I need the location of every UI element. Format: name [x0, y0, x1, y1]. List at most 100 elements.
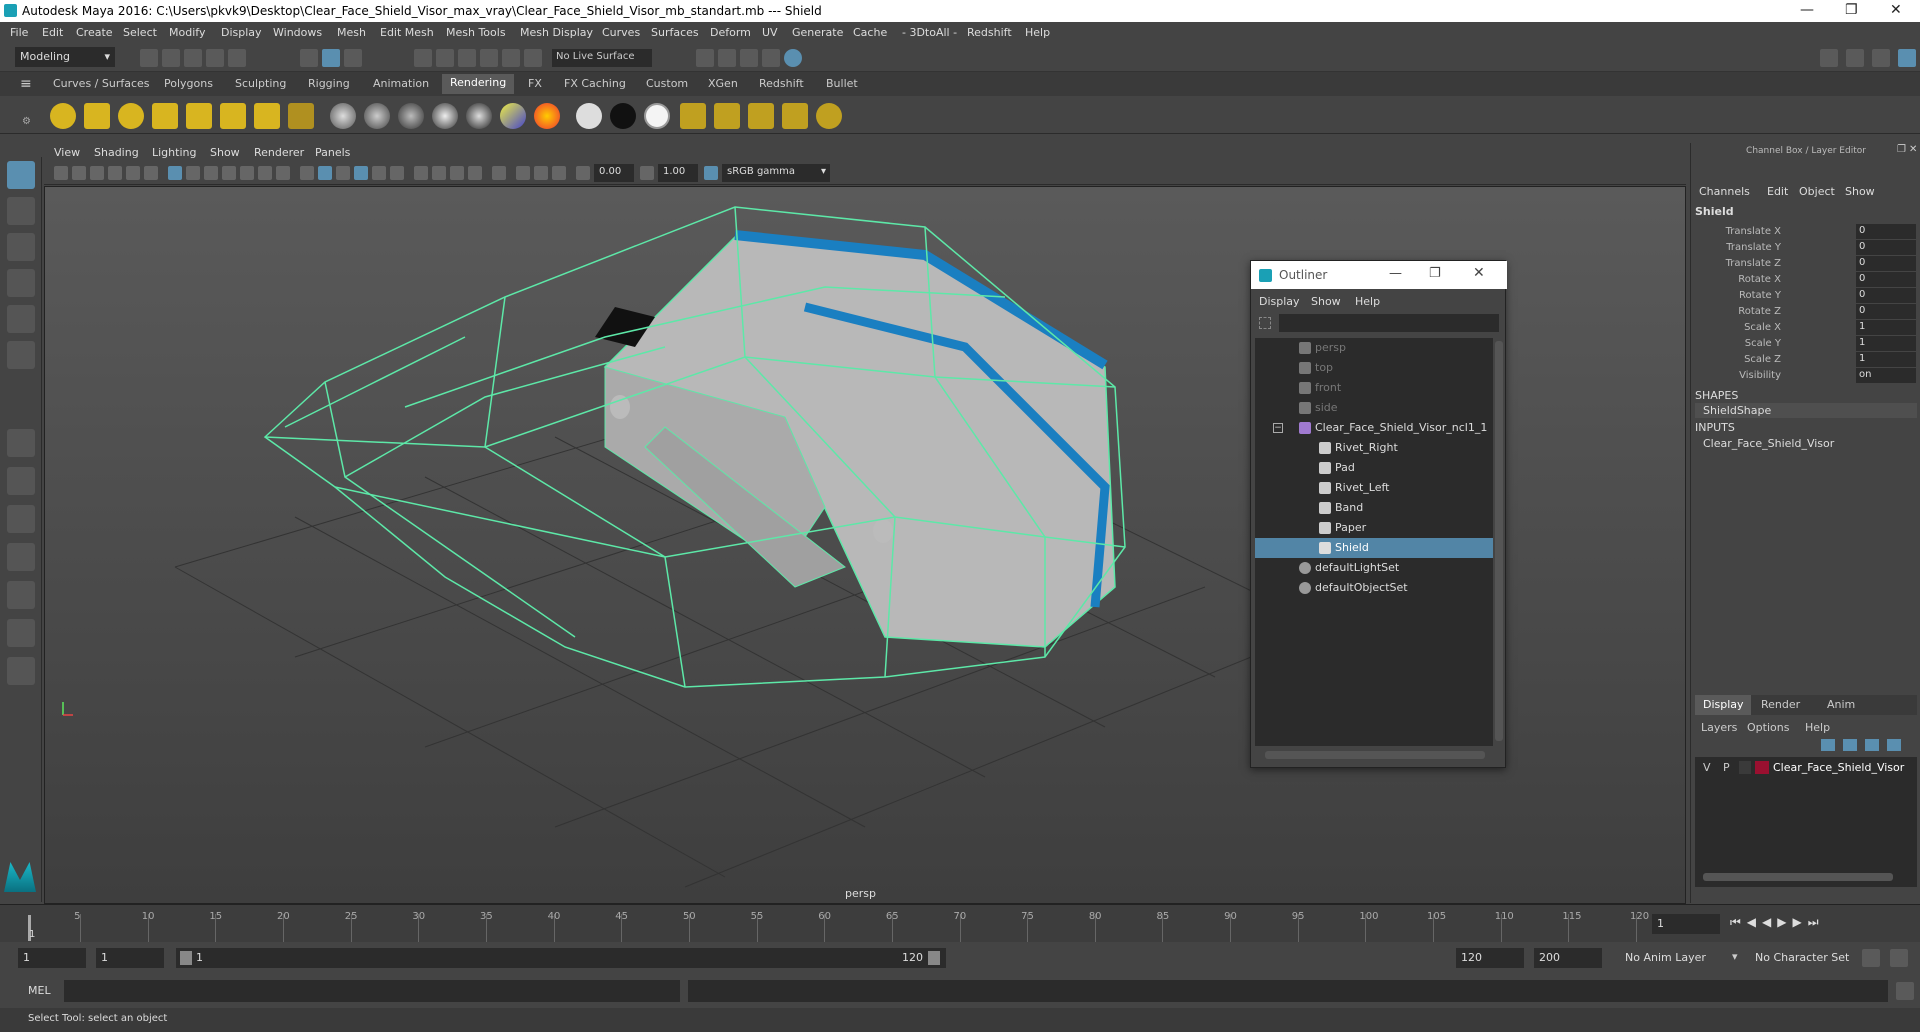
- timeline-ruler[interactable]: 5 10 15 20 25 30 35 40 45 50 55 60 65 70 75 80 85 90 95 100…: [26, 905, 1649, 943]
- list-item[interactable]: Pad: [1255, 458, 1493, 478]
- resolution-gate-icon[interactable]: [204, 166, 218, 180]
- close-icon[interactable]: ✕: [1890, 2, 1902, 18]
- textured-icon[interactable]: [372, 166, 386, 180]
- wireframe-on-shaded-icon[interactable]: [354, 166, 368, 180]
- tab-curves-surfaces[interactable]: Curves / Surfaces: [53, 77, 150, 90]
- menu-uv[interactable]: UV: [762, 26, 778, 39]
- attr-row[interactable]: Scale X 1: [1691, 320, 1920, 336]
- live-surface-field[interactable]: No Live Surface: [552, 49, 652, 67]
- anisotropic-icon[interactable]: [466, 103, 492, 129]
- edit-menu[interactable]: Edit: [1767, 185, 1788, 198]
- filter-icon[interactable]: [1259, 317, 1271, 329]
- start-frame-field[interactable]: 1: [18, 948, 86, 968]
- menu-cache[interactable]: Cache: [853, 26, 887, 39]
- float-panel-icon[interactable]: ❐: [1897, 144, 1906, 155]
- camera-icon[interactable]: [50, 103, 76, 129]
- attr-row[interactable]: Translate X 0: [1691, 224, 1920, 240]
- layer-visibility-toggle[interactable]: V: [1703, 761, 1711, 774]
- list-item[interactable]: Paper: [1255, 518, 1493, 538]
- viewport-menu-show[interactable]: Show: [210, 146, 240, 159]
- new-layer-icon[interactable]: [1821, 739, 1835, 751]
- safe-title-icon[interactable]: [276, 166, 290, 180]
- attr-row[interactable]: Rotate Z 0: [1691, 304, 1920, 320]
- select-camera-icon[interactable]: [54, 166, 68, 180]
- show-menu[interactable]: Show: [1845, 185, 1875, 198]
- point-light-icon[interactable]: [118, 103, 144, 129]
- single-perspective-icon[interactable]: [7, 429, 35, 457]
- select-component-icon[interactable]: [344, 49, 362, 67]
- snap-vertex-icon[interactable]: [524, 49, 542, 67]
- tab-xgen[interactable]: XGen: [708, 77, 738, 90]
- 2d-pan-icon[interactable]: [126, 166, 140, 180]
- move-layer-down-icon[interactable]: [1887, 739, 1901, 751]
- surface-shader-white-icon[interactable]: [576, 103, 602, 129]
- viewport-menu-renderer[interactable]: Renderer: [254, 146, 304, 159]
- list-item[interactable]: side: [1255, 398, 1493, 418]
- attr-value[interactable]: 0: [1856, 256, 1916, 271]
- tab-sculpting[interactable]: Sculpting: [235, 77, 286, 90]
- script-editor-icon[interactable]: [1896, 982, 1914, 1000]
- list-item[interactable]: Rivet_Right: [1255, 438, 1493, 458]
- scale-tool-icon[interactable]: [7, 341, 35, 369]
- gamma-field[interactable]: 1.00: [658, 164, 698, 182]
- range-slider-start-handle[interactable]: [180, 951, 192, 965]
- maximize-icon[interactable]: ❐: [1429, 266, 1441, 281]
- attr-value[interactable]: 1: [1856, 336, 1916, 351]
- list-item[interactable]: defaultLightSet: [1255, 558, 1493, 578]
- render-settings-icon[interactable]: [762, 49, 780, 67]
- snap-grid-icon[interactable]: [414, 49, 432, 67]
- xray-components-icon[interactable]: [552, 166, 566, 180]
- ipr-icon[interactable]: [714, 103, 740, 129]
- four-view-icon[interactable]: [7, 467, 35, 495]
- redo-icon[interactable]: [228, 49, 246, 67]
- ambient-light-icon[interactable]: [254, 103, 280, 129]
- channel-box-icon[interactable]: [1898, 49, 1916, 67]
- end-frame-field[interactable]: 200: [1534, 948, 1602, 968]
- menu-mesh-tools[interactable]: Mesh Tools: [446, 26, 506, 39]
- exposure-field[interactable]: 0.00: [594, 164, 634, 182]
- attr-value[interactable]: 1: [1856, 320, 1916, 335]
- phong-icon[interactable]: [398, 103, 424, 129]
- viewport-menu-lighting[interactable]: Lighting: [152, 146, 196, 159]
- playback-end-field[interactable]: 120: [1456, 948, 1524, 968]
- persp-graph-icon[interactable]: [7, 543, 35, 571]
- color-space-select[interactable]: sRGB gamma ▾: [722, 164, 830, 182]
- outliner-vertical-scrollbar[interactable]: [1495, 341, 1503, 741]
- new-scene-icon[interactable]: [140, 49, 158, 67]
- attr-value[interactable]: 0: [1856, 224, 1916, 239]
- attr-row[interactable]: Scale Z 1: [1691, 352, 1920, 368]
- batch-render-icon[interactable]: [782, 103, 808, 129]
- blinn-icon[interactable]: [364, 103, 390, 129]
- menu-windows[interactable]: Windows: [273, 26, 322, 39]
- render-view-icon[interactable]: [696, 49, 714, 67]
- outliner-menu-show[interactable]: Show: [1311, 295, 1341, 308]
- attr-value[interactable]: 0: [1856, 240, 1916, 255]
- animation-preferences-icon[interactable]: [1890, 949, 1908, 967]
- menu-deform[interactable]: Deform: [710, 26, 751, 39]
- new-layer-selected-icon[interactable]: [1843, 739, 1857, 751]
- tab-rendering[interactable]: Rendering: [442, 74, 515, 94]
- input-node-name[interactable]: Clear_Face_Shield_Visor: [1703, 437, 1834, 450]
- anim-layer-select[interactable]: No Anim Layer: [1620, 948, 1740, 968]
- current-frame-field[interactable]: 1: [1652, 914, 1720, 934]
- list-item[interactable]: Rivet_Left: [1255, 478, 1493, 498]
- menu-modify[interactable]: Modify: [169, 26, 205, 39]
- camera-attributes-icon[interactable]: [72, 166, 86, 180]
- grease-pencil-icon[interactable]: [144, 166, 158, 180]
- close-icon[interactable]: ✕: [1473, 265, 1485, 281]
- hypershade-shelf-icon[interactable]: [816, 103, 842, 129]
- mode-selector[interactable]: Modeling ▾: [15, 47, 115, 67]
- menu-surfaces[interactable]: Surfaces: [651, 26, 699, 39]
- outliner-horizontal-scrollbar[interactable]: [1265, 751, 1485, 759]
- shield-model[interactable]: [595, 230, 1116, 648]
- spot-light-icon[interactable]: [152, 103, 178, 129]
- field-chart-icon[interactable]: [240, 166, 254, 180]
- range-slider-end-handle[interactable]: [928, 951, 940, 965]
- list-item[interactable]: − Clear_Face_Shield_Visor_ncl1_1: [1255, 418, 1493, 438]
- attr-row[interactable]: Rotate Y 0: [1691, 288, 1920, 304]
- attr-value[interactable]: on: [1856, 368, 1916, 383]
- modeling-toolkit-icon[interactable]: [1820, 49, 1838, 67]
- select-hierarchy-icon[interactable]: [300, 49, 318, 67]
- playback-controls[interactable]: ⏮◀◀▶▶⏭: [1730, 915, 1825, 930]
- outliner-window[interactable]: Outliner — ❐ ✕ Display Show Help persp t…: [1250, 260, 1507, 768]
